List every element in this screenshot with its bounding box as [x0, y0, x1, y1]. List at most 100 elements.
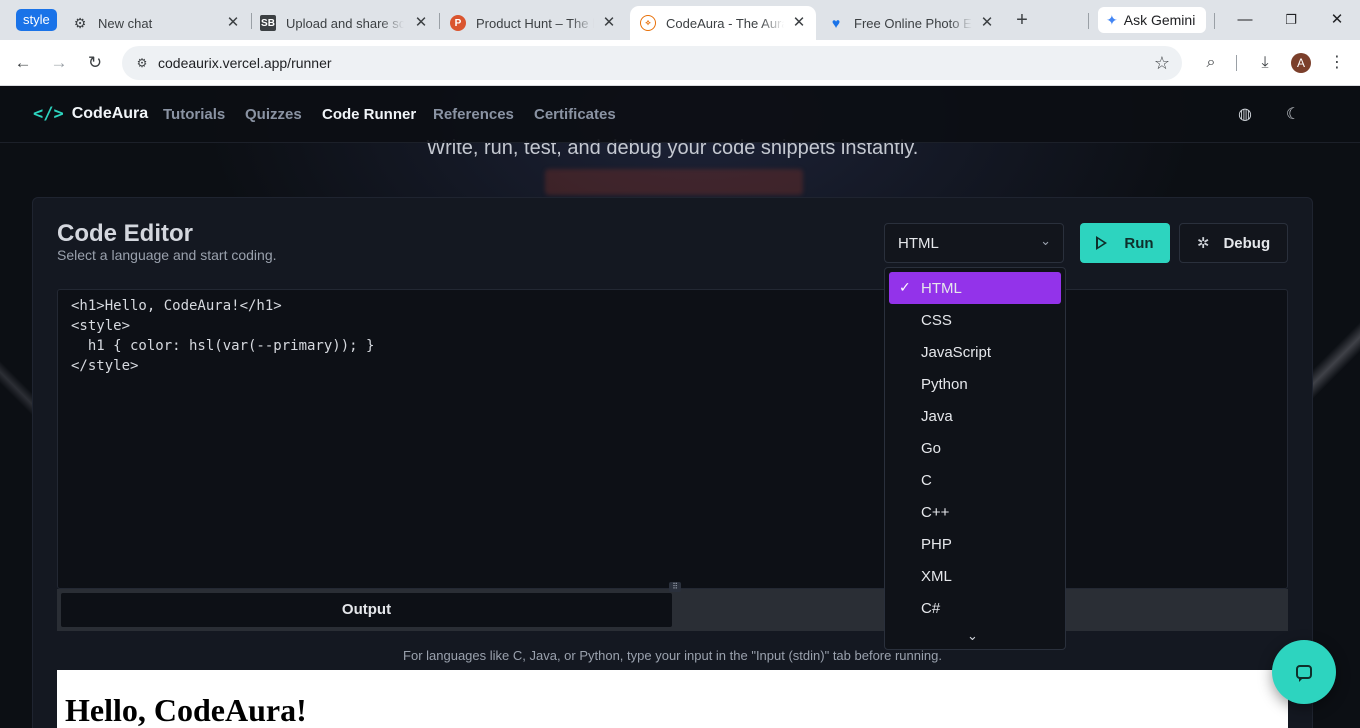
- browser-tab-product-hunt[interactable]: P Product Hunt – The be ✕: [440, 6, 626, 40]
- gemini-icon: ✦: [1106, 11, 1118, 28]
- output-heading: Hello, CodeAura!: [65, 692, 307, 728]
- tab-group-chip[interactable]: style: [16, 9, 57, 31]
- language-option-cpp[interactable]: C++: [889, 496, 1061, 528]
- close-tab-icon[interactable]: ✕: [790, 14, 808, 32]
- option-label: JavaScript: [921, 344, 992, 361]
- forward-icon[interactable]: →: [47, 51, 71, 75]
- browser-tab-codeaura[interactable]: ⟡ CodeAura - The Aura c ✕: [630, 6, 816, 40]
- language-option-csharp[interactable]: C#: [889, 592, 1061, 624]
- stdin-hint: For languages like C, Java, or Python, t…: [33, 648, 1312, 663]
- scroll-down-chevron-icon[interactable]: ⌄: [967, 628, 978, 644]
- code-editor-card: Code Editor Select a language and start …: [32, 197, 1313, 728]
- option-label: CSS: [921, 312, 952, 329]
- close-tab-icon[interactable]: ✕: [412, 14, 430, 32]
- option-label: PHP: [921, 536, 952, 553]
- debug-label: Debug: [1223, 234, 1271, 252]
- stdin-hint-text: For languages like C, Java, or Python, t…: [403, 648, 942, 663]
- ask-gemini-button[interactable]: ✦ Ask Gemini: [1098, 7, 1206, 33]
- brand-logo[interactable]: </> CodeAura: [33, 104, 148, 124]
- download-icon[interactable]: ⤓: [1253, 51, 1277, 75]
- output-preview: Hello, CodeAura!: [57, 670, 1288, 728]
- chat-button[interactable]: [1272, 640, 1336, 704]
- chat-bubble-icon: [1296, 665, 1312, 682]
- option-label: C#: [921, 600, 941, 617]
- language-option-java[interactable]: Java: [889, 400, 1061, 432]
- toolbar-separator: [1236, 55, 1237, 71]
- resize-handle-icon[interactable]: ⠿: [669, 582, 681, 592]
- language-option-xml[interactable]: XML: [889, 560, 1061, 592]
- code-brackets-icon: </>: [33, 104, 64, 124]
- option-label: HTML: [921, 280, 962, 297]
- nav-code-runner[interactable]: Code Runner: [322, 106, 416, 123]
- language-dropdown: ✓ HTML CSS JavaScript Python Java Go C C…: [884, 267, 1066, 650]
- bookmark-star-icon[interactable]: ☆: [1154, 53, 1170, 74]
- new-tab-button[interactable]: +: [1011, 9, 1033, 31]
- palette-icon[interactable]: ◍: [1234, 104, 1256, 126]
- language-option-go[interactable]: Go: [889, 432, 1061, 464]
- brand-name: CodeAura: [71, 105, 149, 122]
- editor-subtitle: Select a language and start coding.: [57, 247, 277, 263]
- close-tab-icon[interactable]: ✕: [224, 14, 242, 32]
- tab-output[interactable]: Output: [61, 593, 672, 627]
- nav-tutorials[interactable]: Tutorials: [163, 106, 225, 123]
- play-icon: [1096, 236, 1108, 250]
- site-info-icon[interactable]: ⚙: [134, 55, 150, 71]
- editor-title: Code Editor: [57, 220, 193, 247]
- profile-avatar[interactable]: A: [1291, 53, 1311, 73]
- gemini-label: Ask Gemini: [1123, 12, 1196, 28]
- debug-button[interactable]: ✲ Debug: [1179, 223, 1288, 263]
- code-line: <h1>Hello, CodeAura!</h1>: [71, 298, 282, 314]
- url-text[interactable]: codeaurix.vercel.app/runner: [158, 55, 332, 71]
- language-option-php[interactable]: PHP: [889, 528, 1061, 560]
- back-icon[interactable]: ←: [11, 51, 35, 75]
- run-button[interactable]: Run: [1080, 223, 1170, 263]
- address-bar[interactable]: ⚙ codeaurix.vercel.app/runner ☆: [122, 46, 1182, 80]
- option-label: C: [921, 472, 932, 489]
- run-label: Run: [1124, 234, 1154, 252]
- tab-title: Upload and share scre: [286, 15, 404, 31]
- language-option-c[interactable]: C: [889, 464, 1061, 496]
- language-option-css[interactable]: CSS: [889, 304, 1061, 336]
- option-label: XML: [921, 568, 952, 585]
- tab-title: CodeAura - The Aura c: [666, 15, 784, 31]
- code-line: <style>: [71, 318, 131, 334]
- bug-icon: ✲: [1196, 235, 1210, 252]
- language-option-html[interactable]: ✓ HTML: [889, 272, 1061, 304]
- nav-certificates[interactable]: Certificates: [534, 106, 616, 123]
- moon-icon[interactable]: ☾: [1282, 104, 1304, 126]
- tab-title: Free Online Photo Edit: [854, 15, 972, 31]
- minimize-icon[interactable]: —: [1233, 8, 1257, 32]
- check-icon: ✓: [899, 279, 911, 295]
- reload-icon[interactable]: ↻: [83, 51, 107, 75]
- language-option-python[interactable]: Python: [889, 368, 1061, 400]
- code-input[interactable]: <h1>Hello, CodeAura!</h1> <style> h1 { c…: [57, 289, 1288, 589]
- browser-tab-photo-editor[interactable]: ♥ Free Online Photo Edit ✕: [818, 6, 1004, 40]
- code-line: h1 { color: hsl(var(--primary)); }: [71, 338, 375, 354]
- menu-icon[interactable]: ⋮: [1325, 51, 1349, 75]
- page-content: Write, run, test, and debug your code sn…: [0, 87, 1360, 728]
- close-window-icon[interactable]: ✕: [1325, 8, 1349, 32]
- tab-separator: [1214, 13, 1215, 29]
- option-label: Go: [921, 440, 942, 457]
- codeaura-favicon-icon: ⟡: [640, 15, 656, 31]
- restore-icon[interactable]: ❐: [1279, 8, 1303, 32]
- tab-separator: [1088, 13, 1089, 29]
- browser-tab-bar: style ⚙ New chat ✕ SB Upload and share s…: [0, 0, 1360, 40]
- language-select[interactable]: HTML ⌄: [884, 223, 1064, 263]
- site-navbar: </> CodeAura Tutorials Quizzes Code Runn…: [0, 87, 1360, 143]
- option-label: Java: [921, 408, 953, 425]
- sb-favicon-icon: SB: [260, 15, 276, 31]
- openai-icon: ⚙: [73, 14, 87, 31]
- cast-search-icon[interactable]: ⌕: [1199, 51, 1223, 75]
- browser-tab-upload[interactable]: SB Upload and share scre ✕: [252, 6, 438, 40]
- chevron-down-icon: ⌄: [1040, 233, 1051, 248]
- nav-references[interactable]: References: [433, 106, 514, 123]
- browser-tab-new-chat[interactable]: ⚙ New chat ✕: [64, 6, 250, 40]
- close-tab-icon[interactable]: ✕: [978, 14, 996, 32]
- language-option-javascript[interactable]: JavaScript: [889, 336, 1061, 368]
- close-tab-icon[interactable]: ✕: [600, 14, 618, 32]
- output-tabs: Output: [57, 589, 1288, 631]
- tab-title: Product Hunt – The be: [476, 15, 594, 31]
- nav-quizzes[interactable]: Quizzes: [245, 106, 302, 123]
- browser-toolbar: ← → ↻ ⚙ codeaurix.vercel.app/runner ☆ ⌕ …: [0, 40, 1360, 86]
